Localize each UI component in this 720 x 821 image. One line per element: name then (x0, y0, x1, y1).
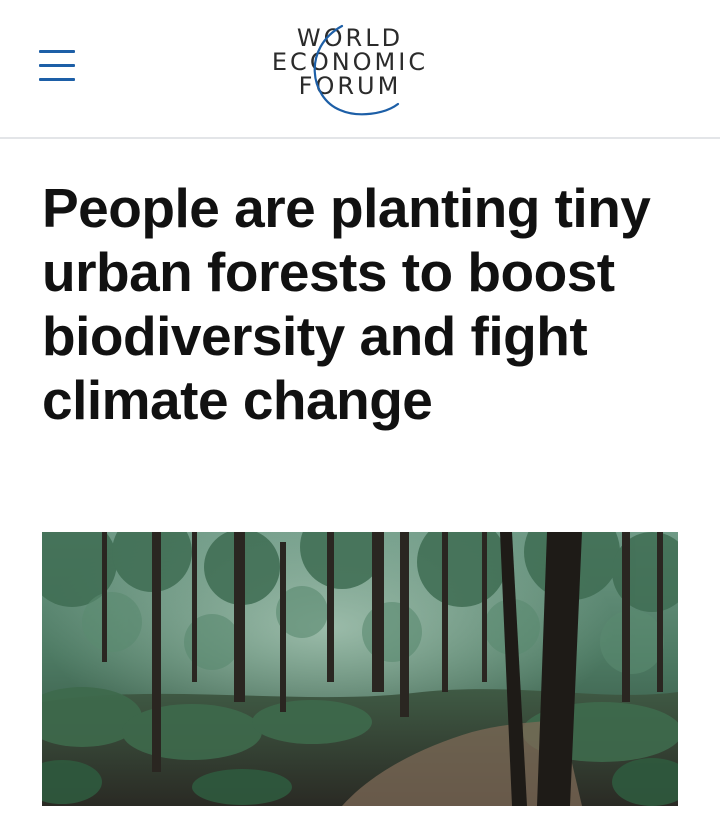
menu-bar (39, 64, 75, 67)
menu-bar (39, 50, 75, 53)
wef-logo[interactable]: WORLD ECONOMIC FORUM (250, 18, 450, 123)
article-title: People are planting tiny urban forests t… (42, 177, 651, 431)
logo-line-3: FORUM (298, 72, 402, 100)
site-header: WORLD ECONOMIC FORUM (0, 0, 720, 139)
forest-illustration (42, 532, 678, 806)
forest-photo (42, 532, 678, 806)
menu-bar (39, 78, 75, 81)
logo-line-1: WORLD (296, 24, 404, 52)
hamburger-menu-icon[interactable] (36, 45, 78, 85)
page: WORLD ECONOMIC FORUM People are planting… (0, 0, 720, 821)
logo-line-2: ECONOMIC (271, 48, 429, 76)
